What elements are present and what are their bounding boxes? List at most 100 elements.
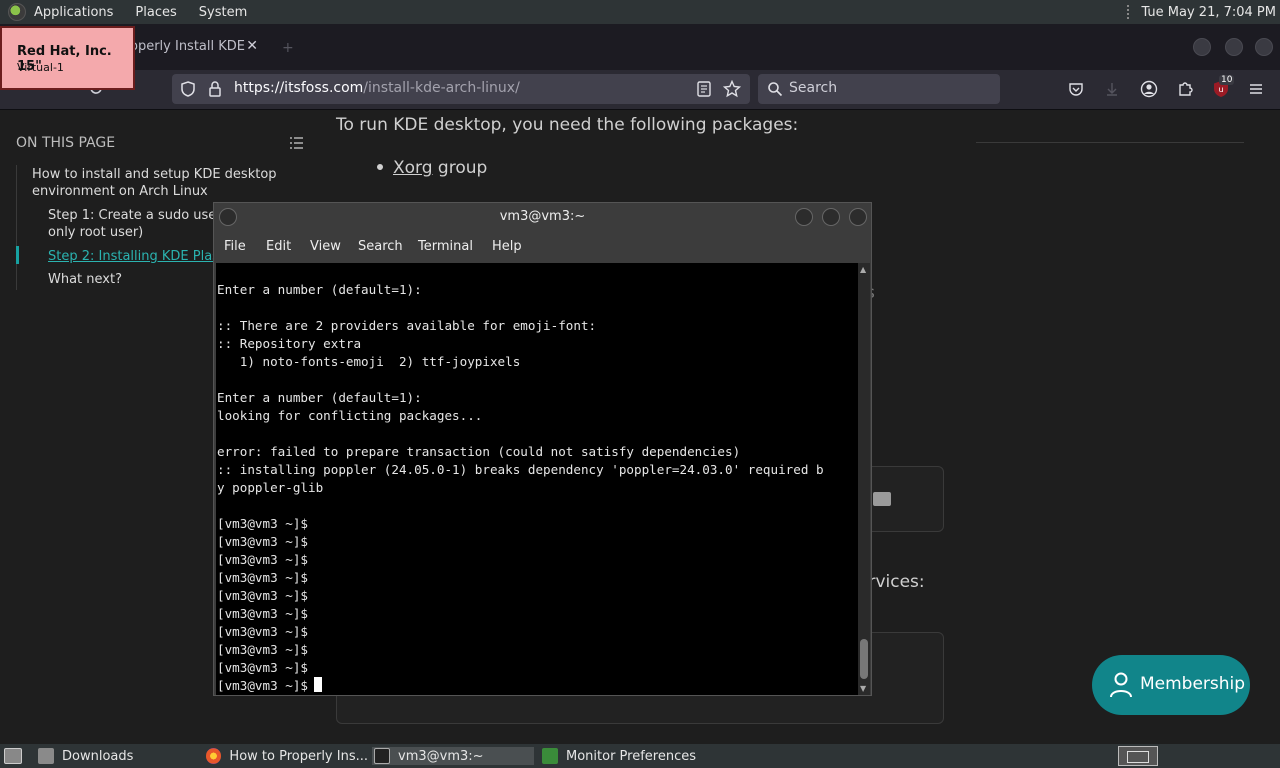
tracking-shield-icon[interactable] (180, 81, 196, 97)
article-paragraph: To run KDE desktop, you need the followi… (336, 115, 799, 135)
toc-list-icon[interactable] (290, 137, 304, 149)
text-cursor (314, 677, 322, 692)
terminal-window[interactable]: vm3@vm3:~ File Edit View Search Terminal… (213, 202, 872, 696)
panel-grip-icon (1127, 5, 1131, 19)
code-block (864, 466, 944, 532)
url-text[interactable]: https://itsfoss.com/install-kde-arch-lin… (234, 80, 520, 96)
minimize-window-button[interactable] (1193, 38, 1211, 56)
terminal-titlebar[interactable]: vm3@vm3:~ (214, 203, 871, 231)
monitor-icon (542, 748, 558, 764)
account-icon[interactable] (1140, 80, 1158, 98)
search-icon (768, 82, 783, 97)
folder-icon (38, 748, 54, 764)
bullet-dot (377, 164, 383, 170)
toc-item-what-next[interactable]: What next? (48, 271, 122, 288)
terminal-line: [vm3@vm3 ~]$ (217, 516, 308, 531)
membership-button[interactable]: Membership (1092, 655, 1250, 715)
terminal-line: [vm3@vm3 ~]$ (217, 624, 308, 639)
terminal-line: [vm3@vm3 ~]$ (217, 606, 308, 621)
tab-title: operly Install KDE (130, 39, 246, 54)
search-placeholder: Search (789, 80, 838, 96)
scroll-up-icon[interactable]: ▲ (860, 265, 866, 274)
scroll-down-icon[interactable]: ▼ (860, 684, 866, 693)
bookmark-star-icon[interactable] (723, 80, 741, 98)
applications-menu[interactable]: Applications (34, 5, 113, 20)
terminal-minimize-button[interactable] (795, 208, 813, 226)
workspace-switcher[interactable] (1118, 746, 1158, 766)
new-tab-icon[interactable]: + (282, 40, 294, 56)
terminal-line: Enter a number (default=1): (217, 282, 422, 297)
terminal-menubar: File Edit View Search Terminal Help (214, 231, 871, 261)
task-downloads[interactable]: Downloads (38, 747, 198, 765)
monitor-identify-label: Red Hat, Inc. 15" Virtual-1 (0, 26, 135, 90)
close-tab-icon[interactable]: ✕ (246, 38, 258, 54)
monitor-output: Virtual-1 (17, 61, 64, 74)
terminal-prompt-line[interactable]: [vm3@vm3 ~]$ (217, 677, 857, 695)
menu-edit[interactable]: Edit (266, 239, 291, 254)
scroll-thumb[interactable] (860, 639, 868, 679)
toc-item-step1[interactable]: Step 1: Create a sudo user (48, 207, 216, 224)
search-bar[interactable]: Search (758, 74, 1000, 104)
toc-heading: ON THIS PAGE (16, 135, 116, 151)
ublock-badge: 10 (1219, 75, 1235, 85)
terminal-close-button[interactable] (849, 208, 867, 226)
terminal-line: error: failed to prepare transaction (co… (217, 444, 741, 459)
terminal-line: [vm3@vm3 ~]$ (217, 642, 308, 657)
bottom-taskbar: Downloads How to Properly Ins... vm3@vm3… (0, 744, 1280, 768)
terminal-line: :: installing poppler (24.05.0-1) breaks… (217, 462, 824, 477)
clock[interactable]: Tue May 21, 7:04 PM (1141, 5, 1276, 20)
terminal-line: looking for conflicting packages... (217, 408, 483, 423)
top-panel: Applications Places System Tue May 21, 7… (0, 0, 1280, 24)
membership-label: Membership (1140, 674, 1246, 694)
toc-item-install-kde[interactable]: How to install and setup KDE desktop env… (32, 166, 282, 200)
system-menu[interactable]: System (199, 5, 247, 20)
menu-terminal[interactable]: Terminal (418, 239, 473, 254)
task-terminal[interactable]: vm3@vm3:~ (372, 747, 534, 765)
reader-view-icon[interactable] (696, 81, 712, 97)
terminal-line: [vm3@vm3 ~]$ (217, 570, 308, 585)
terminal-line: [vm3@vm3 ~]$ (217, 588, 308, 603)
toc-rail (16, 165, 17, 290)
show-desktop-icon[interactable] (4, 748, 22, 764)
menu-view[interactable]: View (310, 239, 341, 254)
toc-active-indicator (16, 246, 19, 264)
url-bar[interactable]: https://itsfoss.com/install-kde-arch-lin… (172, 74, 750, 104)
gnome-foot-icon[interactable] (8, 3, 26, 21)
task-monitor-prefs[interactable]: Monitor Preferences (542, 747, 722, 765)
terminal-line: y poppler-glib (217, 480, 324, 495)
terminal-output[interactable]: Enter a number (default=1)::: There are … (216, 263, 858, 695)
maximize-window-button[interactable] (1225, 38, 1243, 56)
extensions-icon[interactable] (1176, 80, 1194, 98)
terminal-scrollbar[interactable]: ▲ ▼ (858, 263, 870, 695)
bullet-xorg: Xorg group (393, 158, 488, 178)
menu-help[interactable]: Help (492, 239, 522, 254)
browser-tab[interactable]: operly Install KDE ✕ (118, 30, 268, 64)
copy-icon[interactable] (873, 492, 891, 506)
menu-file[interactable]: File (224, 239, 246, 254)
svg-text:u: u (1218, 85, 1223, 94)
terminal-line: 1) noto-fonts-emoji 2) ttf-joypixels (217, 354, 521, 369)
hamburger-menu-icon[interactable] (1248, 81, 1264, 97)
sidebar-divider (976, 142, 1244, 143)
user-icon (1110, 672, 1132, 698)
download-icon[interactable] (1104, 81, 1120, 97)
task-firefox[interactable]: How to Properly Ins... (206, 747, 368, 765)
toc-item-step1-cont[interactable]: only root user) (48, 224, 143, 241)
lock-icon[interactable] (208, 80, 222, 98)
xorg-link[interactable]: Xorg (393, 158, 433, 178)
terminal-line: [vm3@vm3 ~]$ (217, 552, 308, 567)
pocket-icon[interactable] (1068, 81, 1084, 97)
terminal-line: [vm3@vm3 ~]$ (217, 534, 308, 549)
places-menu[interactable]: Places (135, 5, 176, 20)
menu-search[interactable]: Search (358, 239, 403, 254)
desktop: Applications Places System Tue May 21, 7… (0, 0, 1280, 768)
terminal-maximize-button[interactable] (822, 208, 840, 226)
toc-item-step2[interactable]: Step 2: Installing KDE Plas (48, 248, 216, 265)
firefox-icon (206, 748, 222, 764)
close-window-button[interactable] (1255, 38, 1273, 56)
terminal-line: :: Repository extra (217, 336, 362, 351)
